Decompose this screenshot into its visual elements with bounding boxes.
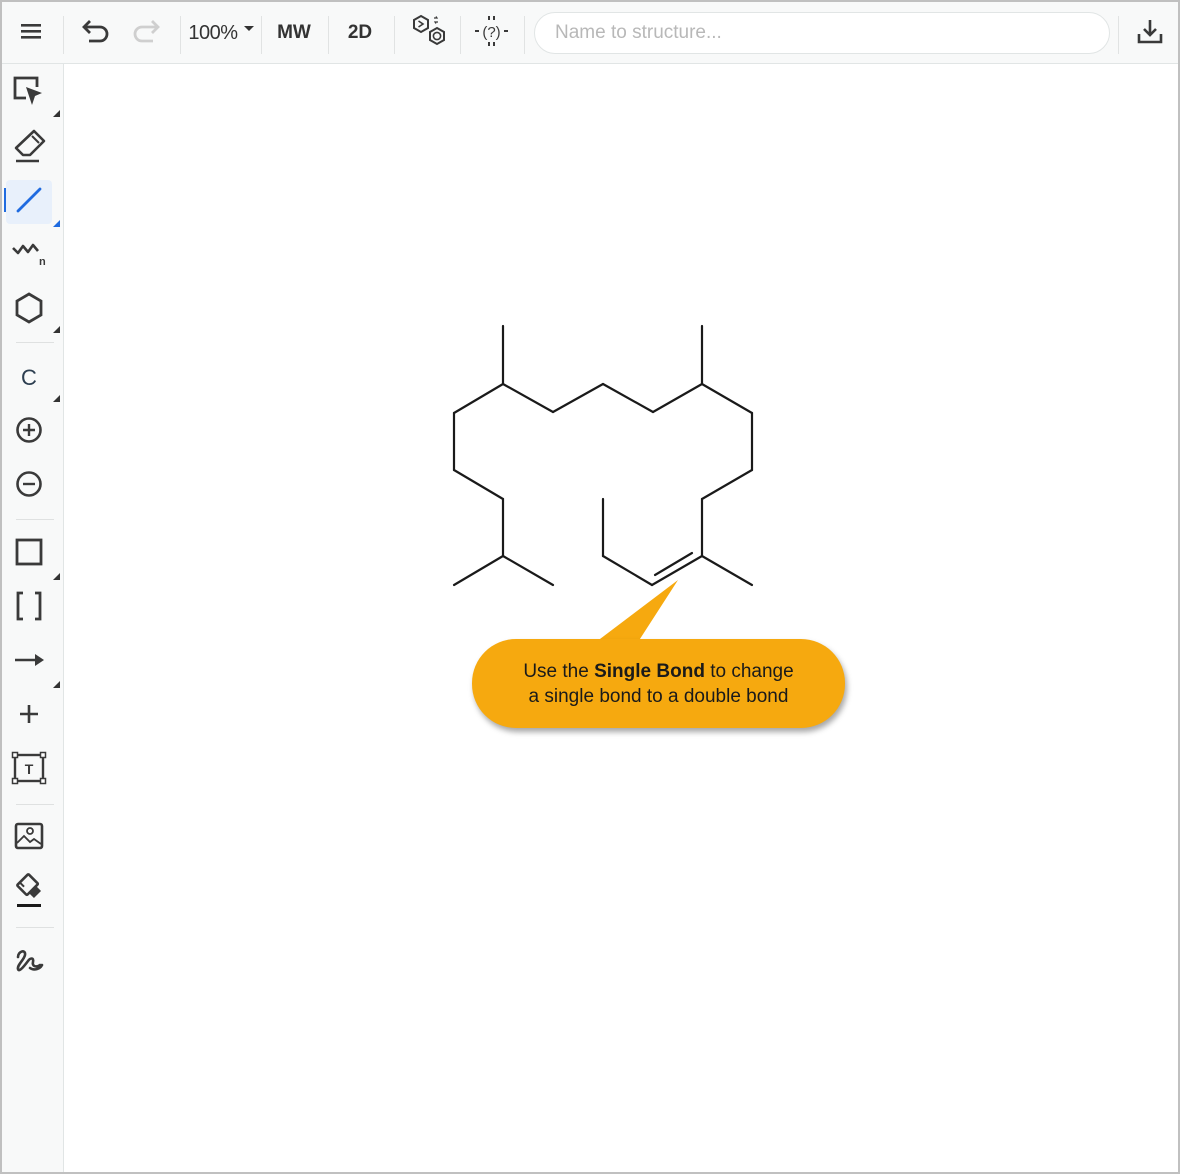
bracket-tool[interactable] [6,586,52,630]
bond[interactable] [651,382,704,414]
submenu-indicator[interactable] [53,681,60,688]
aromatize-rings-icon [408,13,448,54]
fill-tool[interactable] [6,870,52,914]
app-window: 100% MW 2D (?) Name to structure... n C … [2,2,1178,1172]
bond[interactable] [452,554,505,587]
molecular-weight-button[interactable]: MW [268,2,320,64]
chain-tool[interactable]: n [6,234,52,278]
svg-text:n: n [39,256,46,268]
bond[interactable] [601,554,654,587]
zoom-dropdown[interactable]: 100% [186,2,256,64]
redo-icon [130,17,162,50]
hamburger-menu-icon [20,22,42,45]
submenu-indicator[interactable] [53,220,60,227]
bond[interactable] [452,382,505,415]
atom-tool[interactable]: C [6,356,52,400]
tooltip-text: a single bond to a double bond [528,685,789,707]
toolbar-divider [16,519,54,520]
bond[interactable] [452,468,505,501]
download-icon [1136,17,1164,50]
plus-icon [17,702,41,731]
svg-text:T: T [25,761,34,777]
bond[interactable] [700,468,754,501]
mw-label: MW [277,22,311,43]
clean-2d-button[interactable]: 2D [336,2,384,64]
arrow-right-icon [13,650,45,675]
molecule-structure[interactable] [64,64,1178,1172]
plus-circle-icon [14,415,44,450]
select-arrow-icon [12,75,46,114]
chevron-down-icon [243,25,254,31]
check-structure-button[interactable]: (?) [468,2,516,64]
zoom-level: 100% [188,21,238,44]
freehand-tool[interactable] [6,940,52,984]
single-bond-icon [14,185,44,220]
image-icon [13,821,45,856]
square-icon [14,537,44,572]
toolbar-divider [460,16,461,54]
text-tool[interactable]: T [6,748,52,792]
toolbar-divider [1118,16,1119,54]
toolbar-divider [524,16,525,54]
image-tool[interactable] [6,816,52,860]
text-box-icon: T [11,751,47,790]
eraser-tool[interactable] [6,126,52,170]
bond[interactable] [700,554,754,587]
toolbar-divider [394,16,395,54]
bond[interactable] [601,382,655,414]
ring-tool[interactable] [6,288,52,332]
atom-c-icon: C [21,365,37,390]
double-bond-outer[interactable] [650,554,704,587]
shape-tool[interactable] [6,532,52,576]
drawing-canvas[interactable] [64,64,1178,1172]
name-to-structure-input[interactable] [534,12,1110,54]
toolbar-divider [63,16,64,54]
undo-button[interactable] [76,2,116,64]
bond[interactable] [501,382,555,414]
redo-button[interactable] [126,2,166,64]
toolbar-divider [16,927,54,928]
toolbar-divider [16,342,54,343]
left-toolbar: n C T [2,64,64,1172]
submenu-indicator[interactable] [53,573,60,580]
export-button[interactable] [1128,2,1172,64]
bond[interactable] [700,382,754,415]
single-bond-tool[interactable] [6,180,52,224]
hexagon-icon [13,291,45,330]
brackets-icon [14,591,44,626]
chain-n-icon: n [11,237,47,276]
submenu-indicator[interactable] [53,110,60,117]
menu-button[interactable] [10,2,52,64]
positive-charge-tool[interactable] [6,410,52,454]
toolbar-divider [261,16,262,54]
submenu-indicator[interactable] [53,395,60,402]
reaction-plus-tool[interactable] [6,694,52,738]
eraser-icon [12,128,46,169]
paint-bucket-icon [13,871,45,914]
top-toolbar: 100% MW 2D (?) Name to structure... [2,2,1178,64]
tooltip-text: to change [704,660,794,682]
svg-text:(?): (?) [482,24,500,41]
undo-icon [80,17,112,50]
freehand-icon [12,945,46,980]
bond[interactable] [551,382,605,414]
toolbar-divider [16,804,54,805]
check-structure-icon: (?) [472,14,512,53]
tooltip-highlight: Single Bond [594,660,705,682]
minus-circle-icon [14,469,44,504]
hint-tooltip: Use the Single Bond to change a single b… [472,639,845,728]
aromatize-button[interactable] [404,2,452,64]
toolbar-divider [180,16,181,54]
clean-2d-label: 2D [347,22,373,43]
toolbar-divider [328,16,329,54]
arrow-tool[interactable] [6,640,52,684]
bond[interactable] [501,554,555,587]
negative-charge-tool[interactable] [6,464,52,508]
submenu-indicator[interactable] [53,326,60,333]
selection-tool[interactable] [6,72,52,116]
tooltip-text: Use the [523,660,595,682]
